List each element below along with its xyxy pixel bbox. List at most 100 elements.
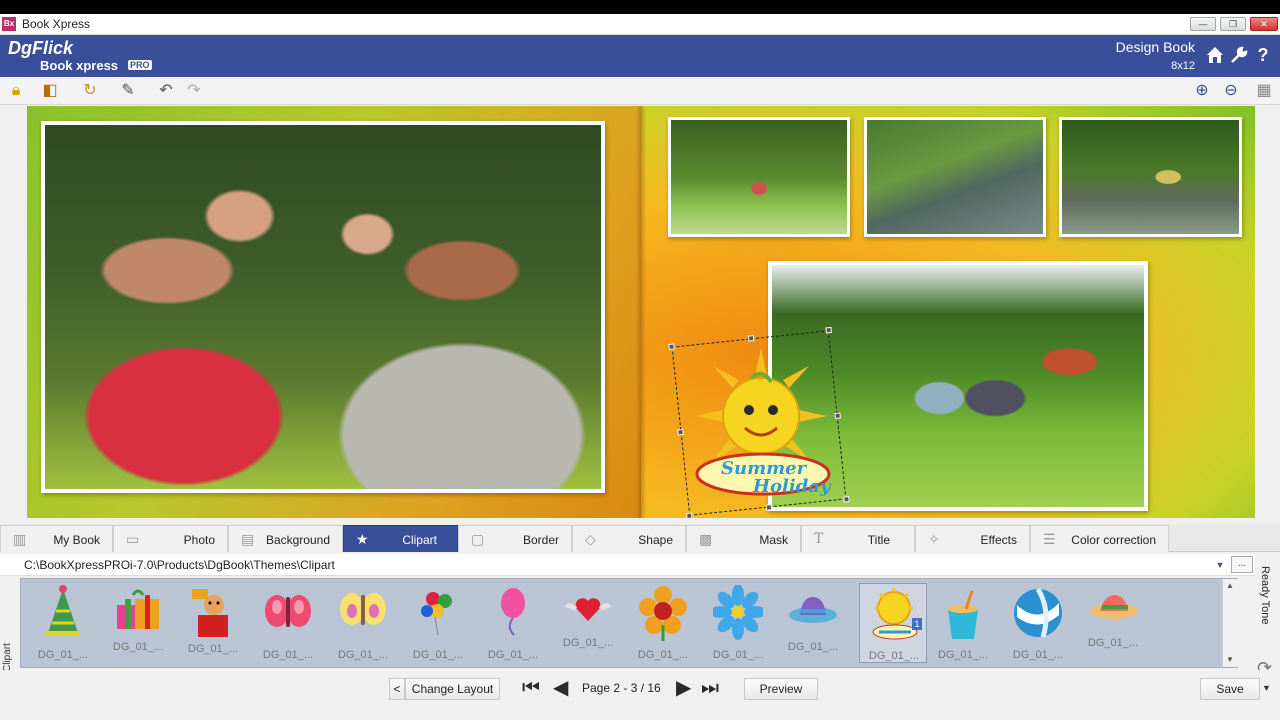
change-layout-arrow-button[interactable]: < bbox=[389, 678, 405, 700]
tab-my-book[interactable]: ▥ My Book bbox=[0, 525, 113, 552]
app-header: DgFlick Book xpress PRO Design Book 8x12… bbox=[0, 35, 1280, 77]
mask-icon: ▩ bbox=[699, 531, 713, 547]
minimize-button[interactable]: — bbox=[1190, 17, 1216, 31]
pink-balloon-icon bbox=[501, 588, 525, 636]
blue-flower-icon bbox=[713, 585, 763, 640]
party-hat-icon bbox=[46, 585, 80, 636]
clipart-item[interactable]: DG_01_... bbox=[104, 583, 172, 663]
book-size-label: 8x12 bbox=[1171, 60, 1195, 72]
wrench-icon[interactable] bbox=[1228, 45, 1250, 70]
lock-icon[interactable]: 🔒︎ bbox=[2, 80, 30, 102]
gift-boxes-icon bbox=[117, 589, 159, 629]
browse-path-button[interactable]: ... bbox=[1231, 556, 1253, 573]
clipart-item[interactable]: DG_01_... bbox=[329, 583, 397, 663]
photo-pond[interactable] bbox=[864, 117, 1046, 237]
photo-family-main[interactable] bbox=[41, 121, 605, 493]
clipart-item[interactable]: DG_01_... bbox=[704, 583, 772, 663]
clipart-item[interactable]: DG_01_... bbox=[629, 583, 697, 663]
path-dropdown-icon[interactable]: ▼ bbox=[1212, 557, 1228, 573]
zoom-out-icon[interactable]: ⊖ bbox=[1217, 80, 1245, 102]
app-window: Bx Book Xpress — ❐ ✕ DgFlick Book xpress… bbox=[0, 14, 1280, 720]
page-left[interactable] bbox=[27, 106, 641, 518]
clipart-item[interactable]: DG_01_... bbox=[554, 583, 622, 663]
tab-bar: ▥ My Book ▭ Photo ▤ Background ★ Clipart… bbox=[0, 524, 1280, 552]
sun-hat-icon bbox=[789, 597, 837, 623]
design-canvas: Summer Holiday bbox=[0, 105, 1280, 532]
clipart-gallery: DG_01_... DG_01_... DG_01_... DG_01_... … bbox=[20, 578, 1238, 668]
summer-holiday-sun-icon bbox=[872, 588, 918, 640]
clipart-item[interactable]: DG_01_... bbox=[479, 583, 547, 663]
photo-icon: ▭ bbox=[126, 531, 140, 547]
selection-count-badge: 1 bbox=[912, 618, 922, 630]
photo-feeding-ducks[interactable] bbox=[1059, 117, 1242, 237]
logo-product: Book xpress bbox=[40, 58, 119, 73]
page-indicator: Page 2 - 3 / 16 bbox=[582, 681, 661, 695]
page-right[interactable]: Summer Holiday bbox=[641, 106, 1255, 520]
tab-border[interactable]: ▢ Border bbox=[458, 525, 572, 552]
preview-button[interactable]: Preview bbox=[744, 678, 818, 700]
save-button[interactable]: Save bbox=[1200, 678, 1260, 700]
zoom-in-icon[interactable]: ⊕ bbox=[1188, 80, 1216, 102]
clipart-item[interactable]: DG_01_... bbox=[1004, 583, 1072, 663]
restore-button[interactable]: ❐ bbox=[1220, 17, 1246, 31]
right-side-panel: Ready Tone ⟳ bbox=[1255, 554, 1280, 684]
design-book-label: Design Book bbox=[1115, 39, 1195, 55]
tab-shape[interactable]: ◇ Shape bbox=[572, 525, 686, 552]
clipart-path-bar: C:\BookXpressPROi-7.0\Products\DgBook\Th… bbox=[0, 554, 1255, 576]
sand-bucket-icon bbox=[948, 590, 978, 639]
clipart-item[interactable]: DG_01_... bbox=[929, 583, 997, 663]
logo-pro-badge: PRO bbox=[128, 60, 152, 70]
pink-butterfly-icon bbox=[265, 595, 311, 627]
color-correction-icon: ☰ bbox=[1043, 531, 1056, 547]
photo-park-walk[interactable] bbox=[668, 117, 850, 237]
redo-icon[interactable]: ↷ bbox=[180, 80, 208, 102]
previous-page-icon[interactable]: ◀ bbox=[553, 677, 568, 699]
ready-tone-label[interactable]: Ready Tone bbox=[1259, 566, 1271, 625]
next-page-icon[interactable]: ▶ bbox=[676, 677, 691, 699]
tab-color-correction[interactable]: ☰ Color correction bbox=[1030, 525, 1169, 552]
bottom-navigation: < Change Layout ⏮ ◀ Page 2 - 3 / 16 ▶ ⏭ … bbox=[0, 670, 1280, 720]
grid-icon[interactable]: ▦ bbox=[1250, 80, 1278, 102]
tab-mask[interactable]: ▩ Mask bbox=[686, 525, 801, 552]
clipart-path-input[interactable]: C:\BookXpressPROi-7.0\Products\DgBook\Th… bbox=[24, 558, 335, 572]
help-icon[interactable]: ? bbox=[1252, 45, 1274, 66]
clipart-item[interactable]: DG_01_... bbox=[29, 583, 97, 663]
change-layout-button[interactable]: Change Layout bbox=[405, 678, 500, 700]
effects-icon: ✧ bbox=[928, 531, 940, 547]
close-button[interactable]: ✕ bbox=[1250, 17, 1278, 31]
title-icon: T bbox=[814, 531, 824, 547]
clipart-item[interactable]: DG_01_... bbox=[179, 583, 247, 663]
summer-holiday-clipart[interactable]: Summer Holiday bbox=[691, 346, 831, 506]
clipart-text-line2: Holiday bbox=[752, 476, 831, 497]
clipart-icon: ★ bbox=[356, 531, 369, 547]
book-icon: ▥ bbox=[13, 531, 27, 547]
save-dropdown-icon[interactable]: ▼ bbox=[1262, 683, 1271, 693]
book-spine bbox=[636, 106, 646, 518]
yellow-butterfly-icon bbox=[340, 593, 386, 625]
tab-background[interactable]: ▤ Background bbox=[228, 525, 343, 552]
clipart-item[interactable]: DG_01_... bbox=[404, 583, 472, 663]
gallery-scrollbar[interactable]: ▲ ▼ bbox=[1222, 579, 1238, 667]
clipart-item[interactable]: DG_01_... bbox=[1079, 583, 1147, 663]
tab-photo[interactable]: ▭ Photo bbox=[113, 525, 228, 552]
tab-clipart[interactable]: ★ Clipart bbox=[343, 525, 458, 552]
clipart-item[interactable]: DG_01_... bbox=[254, 583, 322, 663]
text-edit-icon[interactable]: ✎ bbox=[114, 80, 142, 102]
jack-in-box-icon bbox=[192, 589, 228, 637]
border-icon: ▢ bbox=[471, 531, 485, 547]
clipart-item[interactable]: DG_01_... bbox=[779, 583, 847, 663]
title-bar: Bx Book Xpress — ❐ ✕ bbox=[0, 14, 1280, 35]
home-icon[interactable] bbox=[1204, 45, 1226, 70]
first-page-icon[interactable]: ⏮ bbox=[522, 677, 540, 699]
beach-hat-icon bbox=[1090, 595, 1138, 619]
clipart-item-selected[interactable]: 1 DG_01_... bbox=[859, 583, 927, 663]
tab-title[interactable]: T Title bbox=[801, 525, 915, 552]
rotate-icon[interactable]: ↻ bbox=[76, 80, 104, 102]
tab-effects[interactable]: ✧ Effects bbox=[915, 525, 1030, 552]
undo-icon[interactable]: ↶ bbox=[152, 80, 180, 102]
layers-icon[interactable]: ◧ bbox=[36, 80, 64, 102]
side-clipart-label: Clipart bbox=[2, 643, 13, 672]
beach-ball-icon bbox=[1014, 587, 1062, 638]
background-icon: ▤ bbox=[241, 531, 255, 547]
last-page-icon[interactable]: ⏭ bbox=[701, 677, 719, 699]
